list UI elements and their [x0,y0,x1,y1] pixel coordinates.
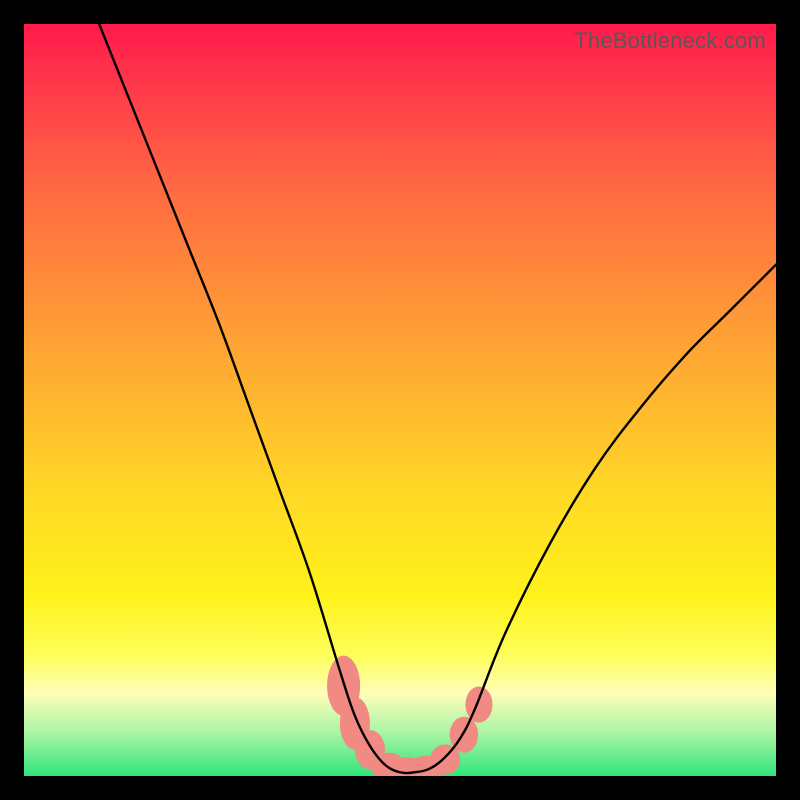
marker-blobs [327,656,492,776]
bottleneck-curve [99,24,776,773]
plot-area: TheBottleneck.com [24,24,776,776]
chart-svg [24,24,776,776]
outer-frame: TheBottleneck.com [0,0,800,800]
marker-blob [465,687,492,723]
